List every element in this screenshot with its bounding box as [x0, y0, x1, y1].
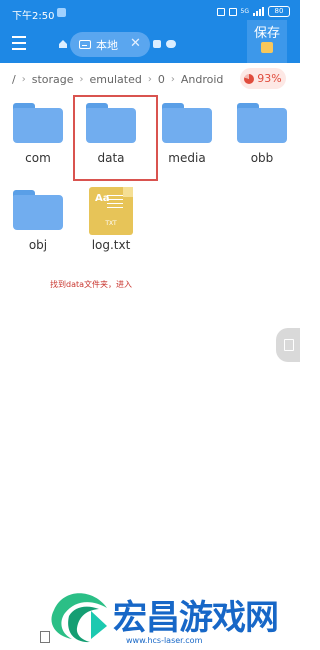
storage-usage-badge[interactable]: 93% — [240, 68, 286, 89]
watermark-url: www.hcs-laser.com — [126, 636, 203, 645]
folder-media[interactable]: media — [154, 103, 220, 165]
side-tool-handle[interactable] — [276, 328, 300, 362]
folder-icon — [237, 103, 287, 143]
signal-icon — [253, 7, 264, 16]
folder-icon — [13, 103, 63, 143]
data-folder-highlight — [73, 95, 158, 181]
storage-usage-value: 93% — [257, 72, 282, 85]
save-overlay-button[interactable]: 保存 — [247, 20, 287, 63]
file-name: obj — [28, 238, 48, 252]
file-log-txt[interactable]: Aa TXT log.txt — [78, 187, 144, 252]
chevron-right-icon: › — [147, 73, 152, 85]
breadcrumb-root[interactable]: / — [12, 73, 16, 86]
breadcrumb-storage[interactable]: storage — [32, 73, 74, 86]
folder-icon — [13, 190, 63, 230]
menu-icon[interactable] — [12, 36, 26, 50]
home-icon[interactable] — [58, 39, 68, 49]
download-icon — [261, 42, 273, 53]
status-indicators: 5G 80 — [216, 6, 290, 17]
folder-obj[interactable]: obj — [5, 190, 71, 252]
local-storage-label: 本地 — [96, 39, 118, 52]
file-name: com — [25, 151, 51, 165]
folder-com[interactable]: com — [5, 103, 71, 165]
battery-indicator: 80 — [268, 6, 290, 17]
file-manager-screen: 下午2:50 5G 80 本地 ✕ 保存 / › storage › emula… — [0, 0, 300, 650]
storage-pie-icon — [244, 73, 255, 84]
network-label: 5G — [240, 8, 249, 15]
folder-icon — [162, 103, 212, 143]
file-name: log.txt — [91, 238, 131, 252]
text-file-icon: Aa TXT — [89, 187, 133, 235]
instruction-annotation: 找到data文件夹，进入 — [50, 280, 133, 289]
alarm-icon — [216, 7, 225, 16]
folder-obb[interactable]: obb — [229, 103, 295, 165]
vibrate-icon — [228, 7, 237, 16]
file-name: obb — [250, 151, 274, 165]
text-file-extension: TXT — [105, 220, 117, 227]
chevron-right-icon: › — [170, 73, 175, 85]
chevron-right-icon: › — [79, 73, 84, 85]
breadcrumb-0[interactable]: 0 — [158, 73, 165, 86]
clipboard-icon — [284, 339, 294, 351]
breadcrumb: / › storage › emulated › 0 › Android — [12, 70, 223, 88]
watermark-logo — [51, 593, 107, 643]
window-icon[interactable] — [153, 40, 161, 48]
breadcrumb-android[interactable]: Android — [181, 73, 224, 86]
save-label: 保存 — [254, 26, 281, 41]
status-time: 下午2:50 — [12, 11, 55, 22]
notification-icon — [57, 8, 66, 17]
chevron-right-icon: › — [21, 73, 26, 85]
cloud-icon[interactable] — [166, 40, 176, 48]
close-icon[interactable]: ✕ — [130, 36, 141, 51]
local-storage-tab[interactable]: 本地 ✕ — [70, 32, 150, 57]
watermark-title: 宏昌游戏网 — [113, 598, 279, 638]
breadcrumb-emulated[interactable]: emulated — [90, 73, 142, 86]
file-name: media — [168, 151, 206, 165]
drive-icon — [79, 40, 91, 49]
